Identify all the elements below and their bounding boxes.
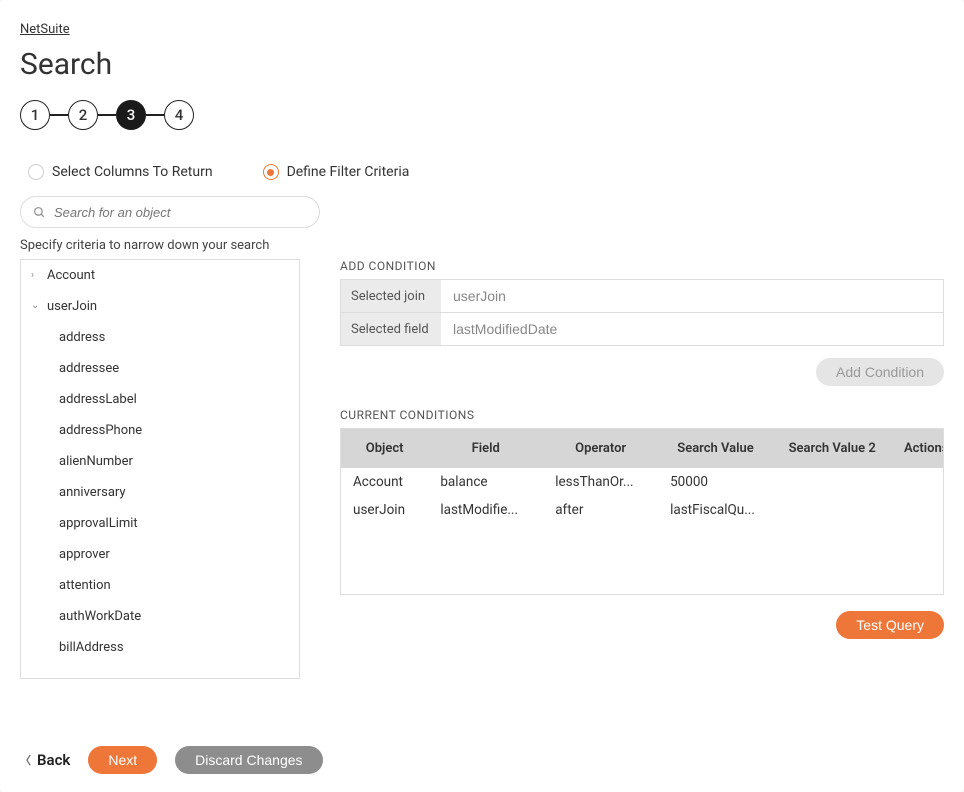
radio-define-filter[interactable]: Define Filter Criteria	[263, 164, 410, 180]
tree-item-approvallimit[interactable]: approvalLimit	[21, 508, 299, 539]
object-tree[interactable]: › Account ⌄ userJoin address addressee a…	[20, 259, 300, 679]
tree-label: Account	[47, 268, 95, 283]
wizard-stepper: 1 2 3 4	[20, 100, 944, 130]
col-value[interactable]: Search Value	[658, 429, 773, 468]
col-value2[interactable]: Search Value 2	[773, 429, 892, 468]
cell-object: userJoin	[341, 496, 428, 524]
col-field[interactable]: Field	[428, 429, 543, 468]
conditions-table-wrap[interactable]: Object Field Operator Search Value Searc…	[340, 428, 944, 595]
cell-value2	[773, 468, 892, 496]
cell-object: Account	[341, 468, 428, 496]
radio-label: Define Filter Criteria	[287, 164, 410, 180]
cell-value: 50000	[658, 468, 773, 496]
tree-item-approver[interactable]: approver	[21, 539, 299, 570]
cell-value2	[773, 496, 892, 524]
step-4[interactable]: 4	[164, 100, 194, 130]
tree-item-addresslabel[interactable]: addressLabel	[21, 384, 299, 415]
cell-operator: after	[543, 496, 658, 524]
selected-join-input[interactable]	[441, 280, 943, 312]
radio-label: Select Columns To Return	[52, 164, 213, 180]
tree-item-attention[interactable]: attention	[21, 570, 299, 601]
add-condition-button[interactable]: Add Condition	[816, 358, 944, 386]
selected-field-label: Selected field	[341, 313, 441, 345]
radio-icon	[28, 164, 44, 180]
cell-operator: lessThanOr...	[543, 468, 658, 496]
test-query-button[interactable]: Test Query	[836, 611, 944, 639]
tree-item-userjoin[interactable]: ⌄ userJoin	[21, 291, 299, 322]
col-actions[interactable]: Actions	[891, 429, 944, 468]
helper-text: Specify criteria to narrow down your sea…	[20, 238, 944, 253]
selected-field-input[interactable]	[441, 313, 943, 345]
search-input[interactable]	[54, 205, 307, 220]
chevron-left-icon: 〈	[20, 752, 31, 768]
table-row[interactable]: Account balance lessThanOr... 50000	[341, 468, 944, 496]
next-button[interactable]: Next	[88, 746, 157, 774]
tree-item-addressphone[interactable]: addressPhone	[21, 415, 299, 446]
table-row[interactable]: userJoin lastModifie... after lastFiscal…	[341, 496, 944, 524]
chevron-right-icon: ›	[31, 270, 41, 281]
search-box[interactable]	[20, 196, 320, 228]
col-operator[interactable]: Operator	[543, 429, 658, 468]
current-conditions-label: CURRENT CONDITIONS	[340, 408, 944, 422]
step-3[interactable]: 3	[116, 100, 146, 130]
tree-item-account[interactable]: › Account	[21, 260, 299, 291]
col-object[interactable]: Object	[341, 429, 428, 468]
tree-item-address[interactable]: address	[21, 322, 299, 353]
tree-item-aliennumber[interactable]: alienNumber	[21, 446, 299, 477]
conditions-table: Object Field Operator Search Value Searc…	[341, 429, 944, 594]
chevron-down-icon: ⌄	[31, 300, 41, 311]
radio-icon	[263, 164, 279, 180]
page-title: Search	[20, 47, 944, 82]
selected-join-label: Selected join	[341, 280, 441, 312]
back-button[interactable]: 〈 Back	[20, 751, 70, 769]
step-2[interactable]: 2	[68, 100, 98, 130]
tree-item-anniversary[interactable]: anniversary	[21, 477, 299, 508]
add-condition-label: ADD CONDITION	[340, 259, 944, 273]
cell-field: balance	[428, 468, 543, 496]
discard-changes-button[interactable]: Discard Changes	[175, 746, 322, 774]
tree-item-billaddress[interactable]: billAddress	[21, 632, 299, 663]
back-label: Back	[37, 751, 70, 769]
cell-value: lastFiscalQu...	[658, 496, 773, 524]
step-connector	[98, 114, 116, 116]
cell-field: lastModifie...	[428, 496, 543, 524]
step-connector	[50, 114, 68, 116]
radio-select-columns[interactable]: Select Columns To Return	[28, 164, 213, 180]
tree-item-addressee[interactable]: addressee	[21, 353, 299, 384]
step-1[interactable]: 1	[20, 100, 50, 130]
breadcrumb-netsuite[interactable]: NetSuite	[20, 22, 70, 37]
tree-label: userJoin	[47, 299, 97, 314]
tree-item-authworkdate[interactable]: authWorkDate	[21, 601, 299, 632]
step-connector	[146, 114, 164, 116]
search-icon	[33, 206, 46, 219]
